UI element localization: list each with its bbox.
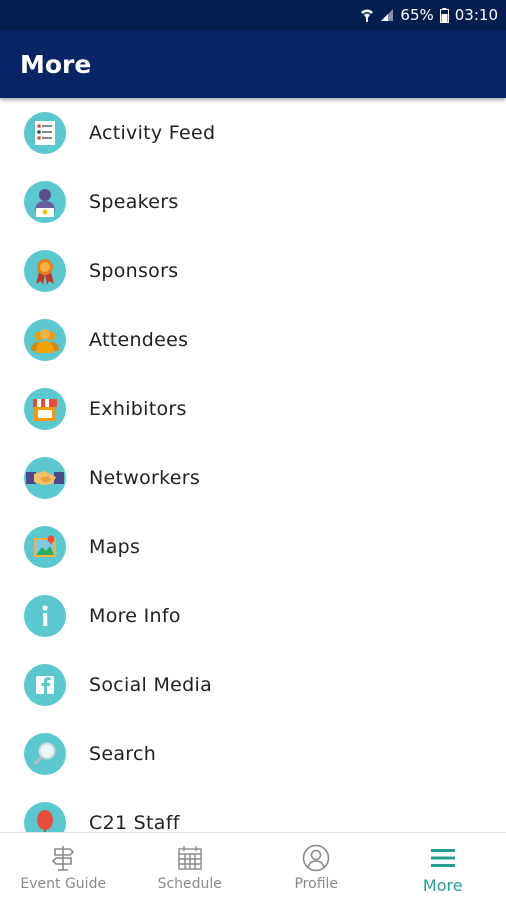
menu-item-more-info[interactable]: More Info bbox=[0, 581, 506, 650]
menu-item-label: Social Media bbox=[89, 673, 213, 696]
info-icon bbox=[24, 594, 66, 637]
clock: 03:10 bbox=[454, 6, 498, 24]
menu-item-search[interactable]: Search bbox=[0, 719, 506, 788]
menu-item-social-media[interactable]: Social Media bbox=[0, 650, 506, 719]
tab-label: Profile bbox=[294, 876, 339, 892]
map-icon bbox=[24, 525, 66, 568]
menu-item-label: Search bbox=[89, 742, 157, 765]
menu-item-exhibitors[interactable]: Exhibitors bbox=[0, 374, 506, 443]
battery-percent: 65% bbox=[400, 6, 434, 24]
app-bar: More bbox=[0, 30, 506, 98]
menu-item-label: Activity Feed bbox=[89, 121, 216, 144]
menu-item-activity-feed[interactable]: Activity Feed bbox=[0, 98, 506, 167]
speaker-icon bbox=[24, 180, 66, 223]
menu-item-label: Networkers bbox=[89, 466, 201, 489]
attendees-icon bbox=[24, 318, 66, 361]
menu-item-label: Sponsors bbox=[89, 259, 179, 282]
facebook-icon bbox=[24, 663, 66, 706]
tab-label: Event Guide bbox=[20, 876, 107, 892]
menu-item-networkers[interactable]: Networkers bbox=[0, 443, 506, 512]
menu-item-attendees[interactable]: Attendees bbox=[0, 305, 506, 374]
menu-item-label: C21 Staff bbox=[89, 811, 180, 833]
menu-item-maps[interactable]: Maps bbox=[0, 512, 506, 581]
menu-item-sponsors[interactable]: Sponsors bbox=[0, 236, 506, 305]
tab-label: More bbox=[422, 876, 463, 895]
tab-profile[interactable]: Profile bbox=[253, 833, 380, 900]
menu-item-label: More Info bbox=[89, 604, 181, 627]
profile-icon bbox=[302, 843, 330, 873]
menu-item-label: Attendees bbox=[89, 328, 189, 351]
tab-schedule[interactable]: Schedule bbox=[127, 833, 254, 900]
storefront-icon bbox=[24, 387, 66, 430]
ribbon-award-icon bbox=[24, 249, 66, 292]
menu-item-label: Maps bbox=[89, 535, 141, 558]
status-bar: 65% 03:10 bbox=[0, 0, 506, 30]
menu-item-speakers[interactable]: Speakers bbox=[0, 167, 506, 236]
more-menu-list: Activity Feed Speakers Sponsors Attendee… bbox=[0, 98, 506, 832]
handshake-icon bbox=[24, 456, 66, 499]
bottom-navigation: Event Guide Schedule Profile More bbox=[0, 832, 506, 900]
magnifier-icon bbox=[24, 732, 66, 775]
tab-label: Schedule bbox=[157, 876, 222, 892]
tab-more[interactable]: More bbox=[380, 833, 506, 900]
menu-item-label: Exhibitors bbox=[89, 397, 187, 420]
signpost-icon bbox=[50, 843, 76, 873]
menu-item-c21-staff[interactable]: C21 Staff bbox=[0, 788, 506, 832]
signal-icon bbox=[380, 8, 394, 22]
balloon-icon bbox=[24, 801, 66, 832]
battery-icon bbox=[439, 7, 449, 23]
calendar-icon bbox=[177, 843, 203, 873]
menu-item-label: Speakers bbox=[89, 190, 179, 213]
page-title: More bbox=[20, 49, 92, 79]
menu-icon bbox=[430, 843, 456, 873]
activity-feed-icon bbox=[24, 111, 66, 154]
wifi-icon bbox=[360, 8, 374, 22]
tab-event-guide[interactable]: Event Guide bbox=[0, 833, 127, 900]
